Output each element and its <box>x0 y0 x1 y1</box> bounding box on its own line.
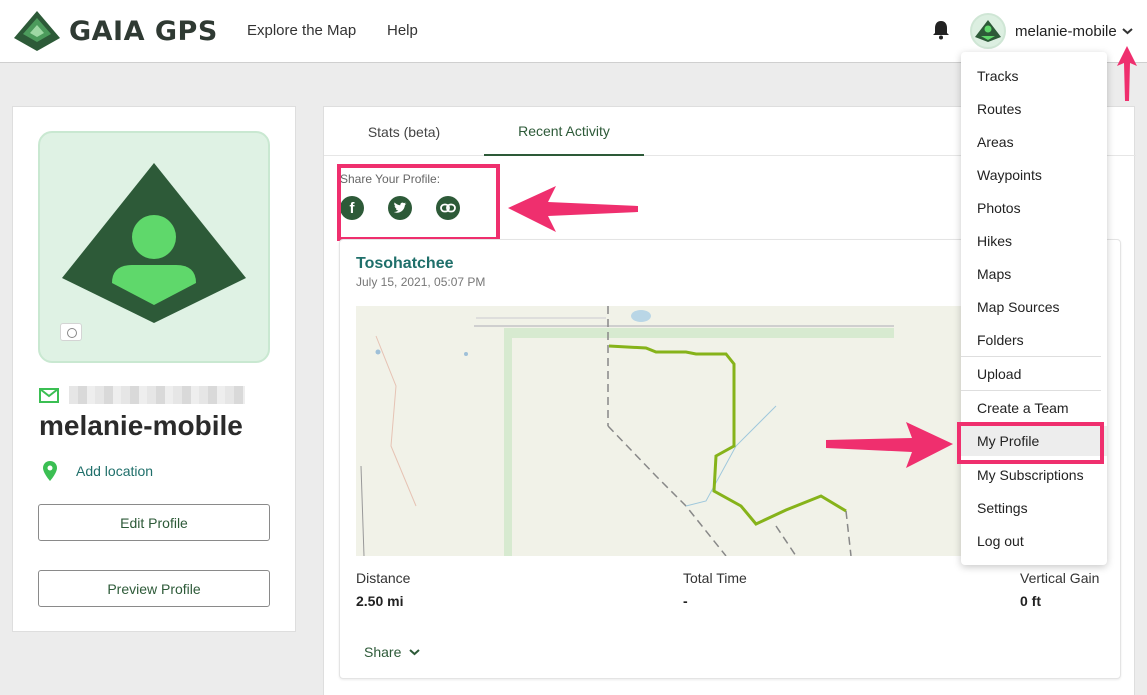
user-dropdown-menu: Tracks Routes Areas Waypoints Photos Hik… <box>961 52 1107 565</box>
menu-item-photos[interactable]: Photos <box>961 193 1107 223</box>
profile-card: melanie-mobile Add location Edit Profile… <box>12 106 296 632</box>
brand-name: GAIA GPS <box>69 15 218 47</box>
bell-icon[interactable] <box>932 20 950 45</box>
menu-item-hikes[interactable]: Hikes <box>961 226 1107 256</box>
menu-item-tracks[interactable]: Tracks <box>961 61 1107 91</box>
stat-total-time: Total Time - <box>683 570 747 609</box>
mail-icon <box>39 387 59 403</box>
menu-item-routes[interactable]: Routes <box>961 94 1107 124</box>
avatar <box>970 13 1006 49</box>
tab-stats[interactable]: Stats (beta) <box>324 107 484 156</box>
menu-item-upload[interactable]: Upload <box>961 359 1107 389</box>
menu-item-folders[interactable]: Folders <box>961 325 1107 355</box>
menu-item-waypoints[interactable]: Waypoints <box>961 160 1107 190</box>
highlight-box-share <box>337 164 500 241</box>
menu-item-areas[interactable]: Areas <box>961 127 1107 157</box>
location-pin-icon <box>43 461 57 481</box>
user-menu-trigger[interactable]: melanie-mobile <box>970 13 1133 49</box>
menu-item-map-sources[interactable]: Map Sources <box>961 292 1107 322</box>
highlight-box-my-profile <box>957 422 1104 464</box>
tab-recent-activity[interactable]: Recent Activity <box>484 107 644 156</box>
share-label: Share <box>364 644 402 660</box>
gaia-mountain-logo-icon <box>14 11 60 51</box>
stat-vertical-gain-value: 0 ft <box>1020 593 1041 609</box>
menu-item-log-out[interactable]: Log out <box>961 526 1107 556</box>
stat-distance-value: 2.50 mi <box>356 593 404 609</box>
annotation-arrow-menu <box>1117 46 1137 101</box>
share-button[interactable]: Share <box>364 644 421 660</box>
nav-explore-map[interactable]: Explore the Map <box>247 22 356 39</box>
avatar-mountain-icon <box>975 20 1001 42</box>
camera-icon[interactable] <box>60 323 82 341</box>
nav-help[interactable]: Help <box>387 22 418 39</box>
stat-distance-label: Distance <box>356 570 411 586</box>
menu-item-maps[interactable]: Maps <box>961 259 1107 289</box>
menu-item-my-subscriptions[interactable]: My Subscriptions <box>961 460 1107 490</box>
redacted-email <box>69 386 245 404</box>
profile-photo[interactable] <box>38 131 270 363</box>
stat-total-time-value: - <box>683 593 688 609</box>
preview-profile-button[interactable]: Preview Profile <box>38 570 270 607</box>
menu-item-create-team[interactable]: Create a Team <box>961 393 1107 423</box>
header-username: melanie-mobile <box>1015 22 1117 40</box>
location-row[interactable]: Add location <box>43 461 153 481</box>
annotation-arrow-my-profile <box>826 422 953 468</box>
chevron-down-icon <box>409 649 421 656</box>
add-location-link[interactable]: Add location <box>76 463 153 479</box>
activity-date: July 15, 2021, 05:07 PM <box>356 275 486 289</box>
annotation-arrow-share <box>508 186 638 232</box>
email-row <box>39 386 245 404</box>
activity-title[interactable]: Tosohatchee <box>356 255 454 273</box>
stat-vertical-gain: Vertical Gain 0 ft <box>1020 570 1099 609</box>
menu-item-settings[interactable]: Settings <box>961 493 1107 523</box>
stat-distance: Distance 2.50 mi <box>356 570 410 609</box>
menu-divider <box>961 390 1101 391</box>
menu-divider <box>961 356 1101 357</box>
stat-total-time-label: Total Time <box>683 570 747 586</box>
profile-name: melanie-mobile <box>39 410 243 441</box>
gaia-gps-logo[interactable]: GAIA GPS <box>13 10 218 52</box>
stat-vertical-gain-label: Vertical Gain <box>1020 570 1100 586</box>
chevron-down-icon <box>1122 28 1133 35</box>
edit-profile-button[interactable]: Edit Profile <box>38 504 270 541</box>
